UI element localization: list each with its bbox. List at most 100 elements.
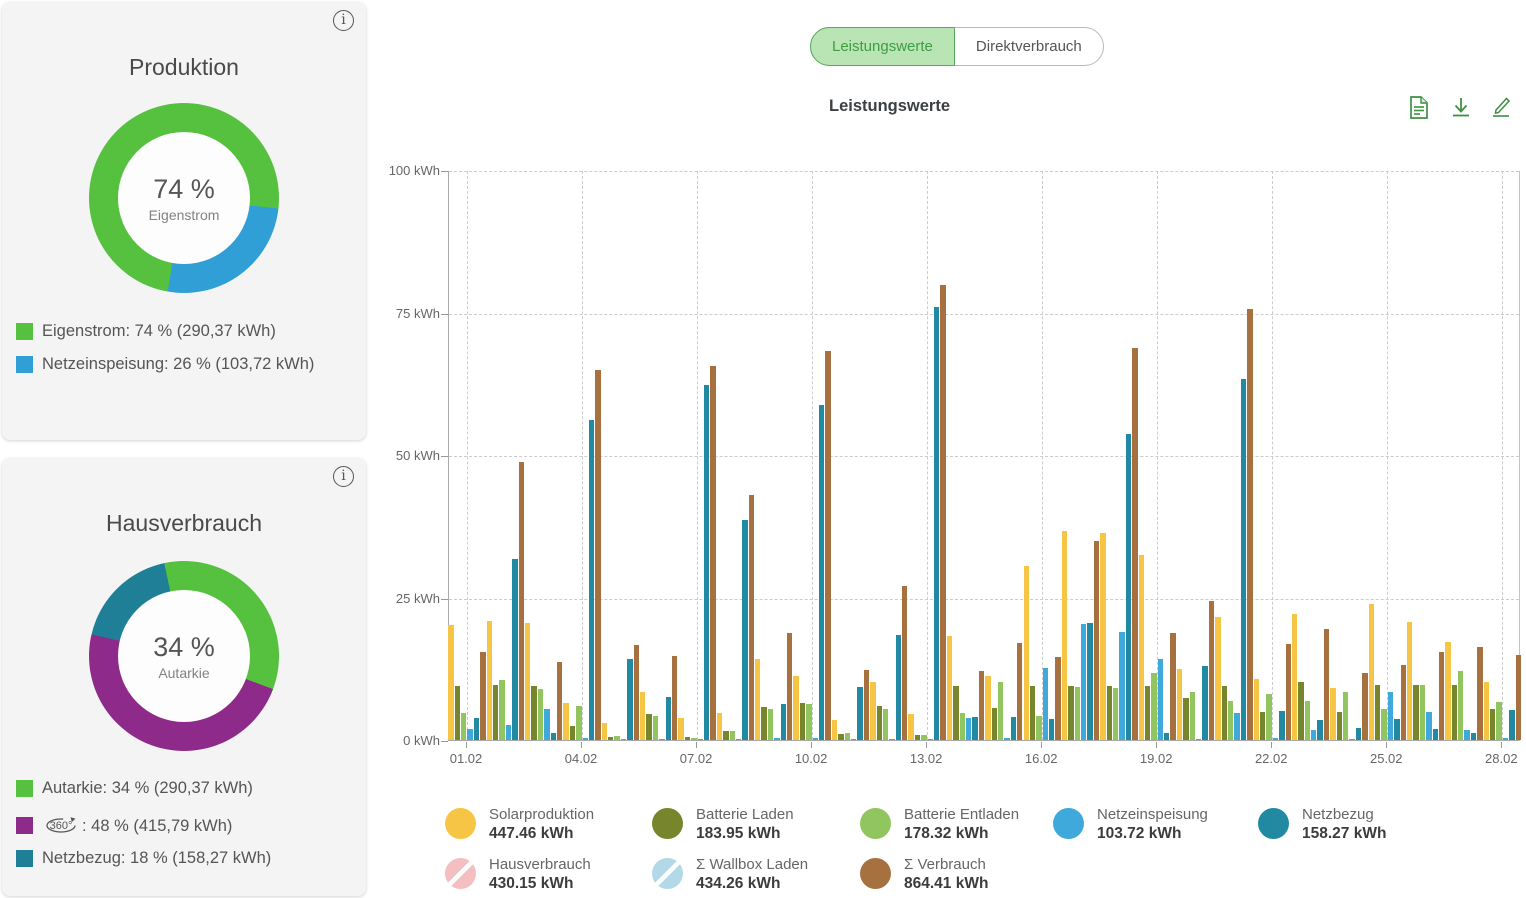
legend-label: Netzeinspeisung bbox=[1097, 806, 1208, 823]
bar-batterie-laden-14.02 bbox=[953, 686, 958, 740]
bar-batterie-entladen-21.02 bbox=[1228, 701, 1233, 740]
y-axis-tick bbox=[441, 314, 448, 315]
chart-legend-item-batterie-laden[interactable]: Batterie Laden183.95 kWh bbox=[652, 806, 794, 843]
x-axis-tick bbox=[1386, 742, 1387, 748]
bar-batterie-laden-21.02 bbox=[1222, 686, 1227, 740]
y-gridline bbox=[449, 171, 1519, 172]
bar-batterie-laden-26.02 bbox=[1413, 685, 1418, 740]
x-axis-label: 25.02 bbox=[1351, 751, 1421, 766]
x-axis-label: 10.02 bbox=[776, 751, 846, 766]
bar-solarproduktion-01.02 bbox=[448, 625, 453, 740]
bar-batterie-entladen-16.02 bbox=[1036, 716, 1041, 741]
bar-netzbezug-20.02 bbox=[1202, 666, 1207, 740]
y-axis-tick bbox=[441, 599, 448, 600]
bar-solarproduktion-12.02 bbox=[870, 682, 875, 740]
bar-netzbezug-09.02 bbox=[781, 704, 786, 740]
bar-batterie-laden-02.02 bbox=[493, 685, 498, 740]
bar-netzbezug-13.02 bbox=[934, 307, 939, 740]
bar-batterie-entladen-10.02 bbox=[806, 704, 811, 740]
bar-batterie-laden-16.02 bbox=[1030, 686, 1035, 740]
donut-center: 74 % Eigenstrom bbox=[118, 132, 250, 264]
tab-direktverbrauch[interactable]: Direktverbrauch bbox=[955, 28, 1103, 65]
bar-solarproduktion-25.02 bbox=[1369, 604, 1374, 740]
x-gridline bbox=[1387, 171, 1388, 740]
legend-color-circle bbox=[1258, 808, 1289, 839]
bar-solarproduktion-13.02 bbox=[908, 714, 913, 740]
bar-batterie-entladen-15.02 bbox=[998, 682, 1003, 740]
legend-label: Solarproduktion bbox=[489, 806, 594, 823]
bar-batterie-laden-20.02 bbox=[1183, 698, 1188, 740]
bar-netzbezug-23.02 bbox=[1317, 720, 1322, 740]
edit-pencil-icon[interactable] bbox=[1490, 95, 1512, 120]
bar--verbrauch-20.02 bbox=[1209, 601, 1214, 740]
bar-batterie-entladen-19.02 bbox=[1151, 673, 1156, 740]
bar-batterie-laden-27.02 bbox=[1452, 685, 1457, 740]
bar-netzeinspeisung-25.02 bbox=[1388, 692, 1393, 740]
bar-batterie-entladen-20.02 bbox=[1190, 692, 1195, 740]
chart-legend-item-netzeinspeisung[interactable]: Netzeinspeisung 103.72 kWh bbox=[1053, 806, 1208, 843]
bar--verbrauch-04.02 bbox=[595, 370, 600, 740]
chart-legend-item-hausverbrauch[interactable]: Hausverbrauch430.15 kWh bbox=[445, 856, 591, 893]
chart-legend-item-solarproduktion[interactable]: Solarproduktion447.46 kWh bbox=[445, 806, 594, 843]
bar-netzbezug-21.02 bbox=[1241, 379, 1246, 740]
x-axis-tick bbox=[926, 742, 927, 748]
bar-netzbezug-19.02 bbox=[1164, 733, 1169, 740]
download-icon[interactable] bbox=[1450, 95, 1472, 120]
bar-batterie-entladen-01.02 bbox=[461, 713, 466, 740]
bar--verbrauch-03.02 bbox=[557, 662, 562, 740]
x-gridline bbox=[467, 171, 468, 740]
bar-netzbezug-17.02 bbox=[1087, 623, 1092, 740]
bar-netzeinspeisung-27.02 bbox=[1464, 730, 1469, 740]
bar-netzeinspeisung-09.02 bbox=[774, 738, 779, 740]
bar-netzbezug-16.02 bbox=[1049, 719, 1054, 740]
bar-solarproduktion-09.02 bbox=[755, 659, 760, 741]
bar--verbrauch-27.02 bbox=[1477, 647, 1482, 740]
info-icon[interactable]: i bbox=[333, 466, 354, 487]
bar--verbrauch-23.02 bbox=[1324, 629, 1329, 740]
bar-solarproduktion-11.02 bbox=[832, 720, 837, 740]
bar--verbrauch-11.02 bbox=[864, 670, 869, 740]
bar-batterie-laden-23.02 bbox=[1298, 682, 1303, 740]
chart-legend-item-batterie-entladen[interactable]: Batterie Entladen178.32 kWh bbox=[860, 806, 1019, 843]
bar-netzbezug-10.02 bbox=[819, 405, 824, 740]
svg-text:360°: 360° bbox=[50, 820, 73, 832]
bar-solarproduktion-07.02 bbox=[678, 718, 683, 740]
hausverbrauch-card: i Hausverbrauch 34 % Autarkie Autarkie: … bbox=[2, 458, 366, 896]
x-gridline bbox=[1042, 171, 1043, 740]
chart-legend-item--wallbox-laden[interactable]: Σ Wallbox Laden434.26 kWh bbox=[652, 856, 808, 893]
y-axis-label: 75 kWh bbox=[370, 305, 440, 323]
x-axis-label: 16.02 bbox=[1006, 751, 1076, 766]
bar-batterie-laden-05.02 bbox=[608, 737, 613, 740]
bar-netzeinspeisung-11.02 bbox=[851, 739, 856, 740]
x-axis-tick bbox=[1041, 742, 1042, 748]
donut-center-value: 74 % bbox=[153, 174, 215, 205]
bar-netzbezug-04.02 bbox=[589, 420, 594, 740]
bar-batterie-entladen-18.02 bbox=[1113, 688, 1118, 740]
bar-solarproduktion-18.02 bbox=[1100, 533, 1105, 740]
bar-solarproduktion-19.02 bbox=[1139, 555, 1144, 740]
x-gridline bbox=[1272, 171, 1273, 740]
bar-batterie-laden-11.02 bbox=[838, 734, 843, 740]
bar-netzbezug-26.02 bbox=[1433, 729, 1438, 740]
chart-legend-item--verbrauch[interactable]: Σ Verbrauch864.41 kWh bbox=[860, 856, 988, 893]
card-title: Produktion bbox=[2, 54, 366, 81]
bar--verbrauch-22.02 bbox=[1286, 644, 1291, 740]
x-axis-label: 04.02 bbox=[546, 751, 616, 766]
bar-batterie-entladen-13.02 bbox=[921, 735, 926, 740]
eigenstrom-color-chip bbox=[16, 323, 33, 340]
bar-batterie-laden-09.02 bbox=[761, 707, 766, 740]
donut-center-label: Autarkie bbox=[158, 665, 209, 681]
report-document-icon[interactable] bbox=[1408, 95, 1430, 120]
legend-text: 360°: 48 % (415,79 kWh) bbox=[42, 814, 232, 836]
legend-label: Netzbezug bbox=[1302, 806, 1386, 823]
tab-leistungswerte[interactable]: Leistungswerte bbox=[810, 27, 955, 66]
chart-legend-item-netzbezug[interactable]: Netzbezug158.27 kWh bbox=[1258, 806, 1386, 843]
legend-value: 103.72 kWh bbox=[1097, 825, 1208, 843]
info-icon[interactable]: i bbox=[333, 10, 354, 31]
bar-netzeinspeisung-13.02 bbox=[928, 739, 933, 740]
bar-netzeinspeisung-15.02 bbox=[1004, 738, 1009, 740]
legend-text: Eigenstrom: 74 % (290,37 kWh) bbox=[42, 322, 276, 341]
bar-netzeinspeisung-16.02 bbox=[1043, 668, 1048, 740]
legend-label: Σ Wallbox Laden bbox=[696, 856, 808, 873]
bar-solarproduktion-26.02 bbox=[1407, 622, 1412, 740]
